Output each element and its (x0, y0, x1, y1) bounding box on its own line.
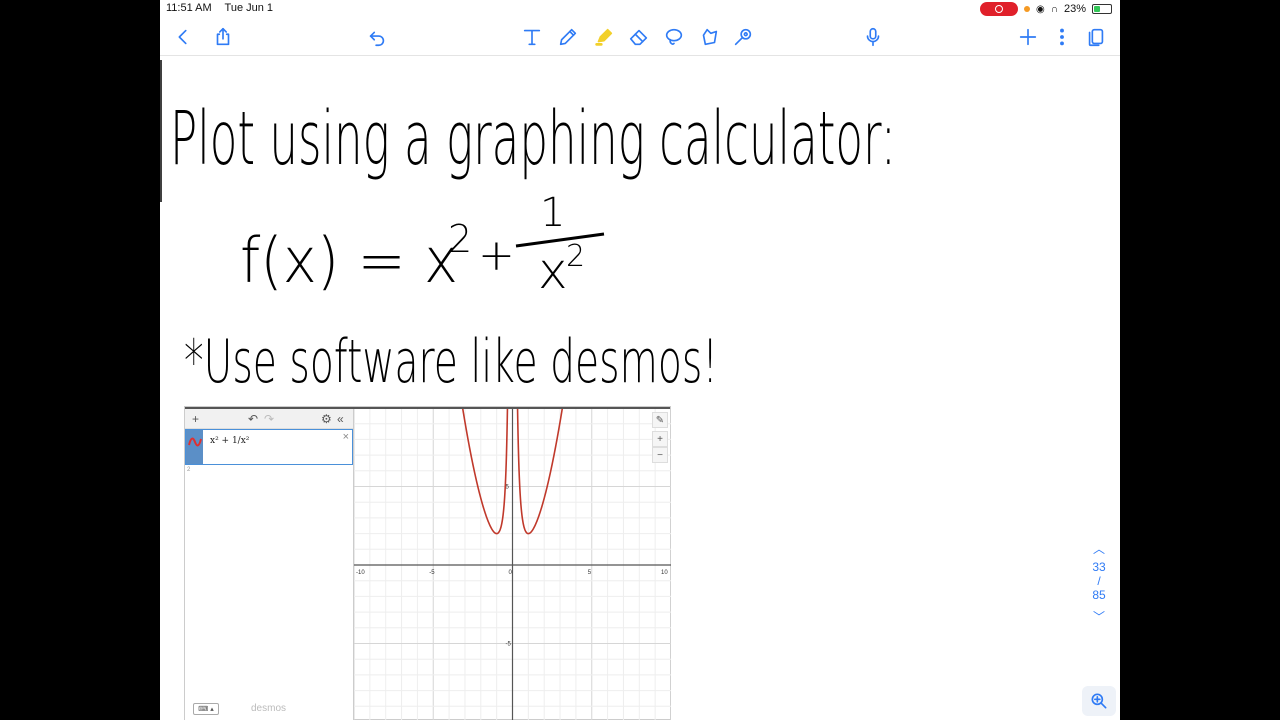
next-page-icon[interactable]: ﹀ (1080, 608, 1118, 628)
eraser-icon[interactable] (625, 24, 653, 50)
desmos-graph[interactable]: -10 -5 0 5 10 5 -5 ✎ + − (353, 404, 672, 720)
back-chevron-icon[interactable] (169, 24, 197, 50)
desmos-panel-header: + ↶ ↷ ⚙ « (185, 409, 353, 429)
keyboard-toggle-button[interactable]: ⌨ ▴ (193, 703, 219, 715)
battery-percentage: 23% (1063, 3, 1086, 15)
desmos-expression-panel: + ↶ ↷ ⚙ « x² + 1/x² × 2 ⌨ ▴ desmos (185, 409, 354, 720)
laser-pointer-icon[interactable] (729, 24, 757, 50)
function-formula: f(x) = x 2 + 1 x 2 (240, 190, 605, 300)
expression-index: 2 (187, 467, 191, 473)
note-tip: *Use software like desmos! (184, 327, 718, 397)
wifi-icon: ◉ (1036, 3, 1045, 15)
desmos-redo-button[interactable]: ↷ (264, 412, 274, 426)
pages-icon[interactable] (1082, 24, 1110, 50)
zoom-in-button[interactable]: + (652, 431, 668, 447)
x-tick-label: -10 (356, 570, 365, 576)
status-date: Tue Jun 1 (224, 2, 274, 14)
collapse-panel-icon[interactable]: « (337, 412, 344, 426)
close-icon[interactable]: × (343, 431, 349, 443)
svg-text:2: 2 (448, 217, 472, 261)
expression-color-tab[interactable] (186, 430, 203, 464)
text-tool-icon[interactable] (518, 24, 546, 50)
lasso-icon[interactable] (660, 24, 688, 50)
svg-text:x: x (538, 242, 568, 300)
status-bar: 11:51 AM Tue Jun 1 ◉ ∩ 23% (160, 0, 1120, 18)
page-navigator: ︿ 33 / 85 ﹀ (1080, 540, 1118, 628)
status-time: 11:51 AM (166, 2, 212, 14)
wrench-icon[interactable]: ✎ (652, 412, 668, 428)
svg-text:f(x) = x: f(x) = x (240, 224, 458, 297)
page-separator: / (1097, 574, 1101, 588)
headphones-icon: ∩ (1050, 3, 1058, 15)
total-pages: 85 (1092, 588, 1106, 602)
screen-recording-icon[interactable] (980, 2, 1019, 16)
zoom-out-button[interactable]: − (652, 447, 668, 463)
svg-text:+: + (478, 230, 515, 281)
expression-row[interactable]: x² + 1/x² × (185, 429, 353, 465)
microphone-icon[interactable] (859, 24, 887, 50)
zoom-icon[interactable] (1082, 686, 1116, 716)
y-tick-label: -5 (506, 642, 512, 648)
mic-indicator-icon (1024, 6, 1031, 12)
current-page-number: 33 (1092, 560, 1106, 574)
desmos-undo-button[interactable]: ↶ (248, 412, 258, 426)
x-tick-label: -5 (429, 570, 435, 576)
desmos-logo: desmos (251, 703, 287, 714)
x-tick-label: 10 (661, 570, 668, 576)
desmos-footer: ⌨ ▴ desmos (185, 697, 353, 720)
shapes-icon[interactable] (695, 24, 723, 50)
previous-page-icon[interactable]: ︿ (1080, 540, 1118, 560)
note-heading: Plot using a graphing calculator: (170, 96, 896, 182)
share-icon[interactable] (209, 24, 237, 50)
undo-icon[interactable] (363, 24, 391, 50)
ipad-screen: 11:51 AM Tue Jun 1 ◉ ∩ 23% Plot using a … (160, 0, 1120, 720)
battery-icon (1092, 4, 1112, 14)
pen-icon[interactable] (554, 24, 582, 50)
svg-text:2: 2 (566, 239, 585, 274)
highlighter-icon[interactable] (590, 24, 618, 50)
svg-text:1: 1 (540, 190, 565, 236)
desmos-screenshot[interactable]: + ↶ ↷ ⚙ « x² + 1/x² × 2 ⌨ ▴ desmos -10 -5… (184, 404, 672, 720)
handwritten-notes: Plot using a graphing calculator: *Use s… (160, 56, 1120, 406)
add-page-icon[interactable] (1014, 24, 1042, 50)
add-item-button[interactable]: + (192, 412, 199, 426)
x-tick-label: 5 (588, 570, 592, 576)
notes-toolbar (160, 18, 1120, 56)
more-icon[interactable] (1048, 24, 1076, 50)
expression-input[interactable]: x² + 1/x² (210, 436, 249, 446)
gear-icon[interactable]: ⚙ (321, 412, 332, 426)
